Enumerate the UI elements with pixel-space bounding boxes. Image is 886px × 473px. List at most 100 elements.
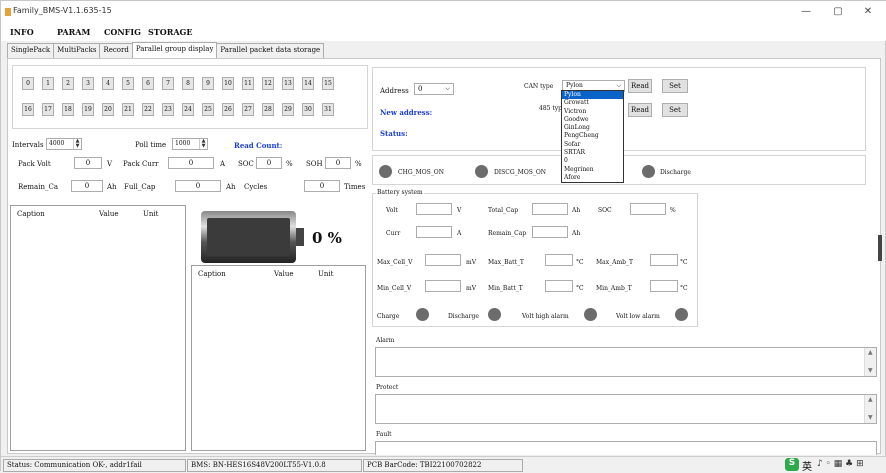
soc-field[interactable]: 0: [256, 157, 282, 169]
grid-header-unit[interactable]: Unit: [143, 210, 158, 218]
pack-data-grid[interactable]: Caption Value Unit: [10, 205, 186, 451]
pack-button-24[interactable]: 24: [182, 103, 194, 116]
pack-button-13[interactable]: 13: [282, 77, 294, 90]
full-cap-field[interactable]: 0: [175, 180, 221, 192]
pack-button-22[interactable]: 22: [142, 103, 154, 116]
can-type-option[interactable]: PengCheng: [562, 132, 623, 140]
sys-soc-field[interactable]: [630, 203, 666, 215]
can-type-dropdown[interactable]: Pylon Growatt Victron Goodwe GinLong PengChen…: [561, 90, 624, 183]
battery-percent: 0 %: [312, 229, 342, 247]
scrollbar[interactable]: ▲ ▼: [864, 395, 876, 423]
can-type-option[interactable]: Victron: [562, 108, 623, 116]
pack-button-2[interactable]: 2: [62, 77, 74, 90]
pack-button-4[interactable]: 4: [102, 77, 114, 90]
grid-header-value[interactable]: Value: [99, 210, 118, 218]
pack-button-21[interactable]: 21: [122, 103, 134, 116]
read-can-button[interactable]: Read: [628, 79, 652, 93]
max-cell-field[interactable]: [425, 254, 461, 266]
pack-button-6[interactable]: 6: [142, 77, 154, 90]
min-amb-t-field[interactable]: [650, 280, 678, 292]
tab-parallel-packet-data-storage[interactable]: Parallel packet data storage: [216, 43, 325, 58]
pack-button-10[interactable]: 10: [222, 77, 234, 90]
menu-param[interactable]: PARAM: [57, 27, 90, 37]
pack-button-26[interactable]: 26: [222, 103, 234, 116]
grid-header-caption[interactable]: Caption: [198, 270, 226, 278]
grid-header-caption[interactable]: Caption: [17, 210, 45, 218]
pack-button-30[interactable]: 30: [302, 103, 314, 116]
can-type-option[interactable]: Afore: [562, 174, 623, 182]
menu-storage[interactable]: STORAGE: [148, 27, 192, 37]
tray-icons[interactable]: ♪ ◦ ▦ ♣ ⊞: [817, 459, 864, 469]
curr-field[interactable]: [416, 226, 452, 238]
max-amb-t-field[interactable]: [650, 254, 678, 266]
grid-header-value[interactable]: Value: [274, 270, 293, 278]
can-type-option[interactable]: Megrinen: [562, 166, 623, 174]
set-485-button[interactable]: Set: [662, 103, 688, 117]
read-485-button[interactable]: Read: [628, 103, 652, 117]
ime-icon[interactable]: S: [785, 458, 799, 471]
menu-info[interactable]: INFO: [10, 27, 34, 37]
remain-cap-sys-field[interactable]: [532, 226, 568, 238]
soh-field[interactable]: 0: [325, 157, 351, 169]
remain-cap-field[interactable]: 0: [71, 180, 103, 192]
pack-button-28[interactable]: 28: [262, 103, 274, 116]
pack-button-1[interactable]: 1: [42, 77, 54, 90]
spin-arrows-icon[interactable]: ▲ ▼: [73, 139, 81, 149]
pack-button-19[interactable]: 19: [82, 103, 94, 116]
scrollbar[interactable]: ▲ ▼: [864, 348, 876, 376]
pack-button-15[interactable]: 15: [322, 77, 334, 90]
can-type-option[interactable]: Pylon: [562, 91, 623, 100]
pack-volt-field[interactable]: 0: [74, 157, 102, 169]
cycles-field[interactable]: 0: [304, 180, 340, 192]
tab-record[interactable]: Record: [99, 43, 133, 58]
pack-button-8[interactable]: 8: [182, 77, 194, 90]
can-type-option[interactable]: Growatt: [562, 99, 623, 107]
intervals-spinner[interactable]: 4000 ▲ ▼: [46, 138, 82, 150]
alarm-textarea[interactable]: ▲ ▼: [375, 347, 877, 377]
pack-curr-field[interactable]: 0: [168, 157, 214, 169]
pack-button-9[interactable]: 9: [202, 77, 214, 90]
pack-button-25[interactable]: 25: [202, 103, 214, 116]
pack-button-29[interactable]: 29: [282, 103, 294, 116]
pack-button-7[interactable]: 7: [162, 77, 174, 90]
spin-arrows-icon[interactable]: ▲ ▼: [199, 139, 207, 149]
pack-button-0[interactable]: 0: [22, 77, 34, 90]
vertical-scrollbar-thumb[interactable]: [878, 235, 882, 261]
pack-button-20[interactable]: 20: [102, 103, 114, 116]
pack-button-23[interactable]: 23: [162, 103, 174, 116]
tab-multipacks[interactable]: MultiPacks: [53, 43, 101, 58]
close-button[interactable]: ✕: [853, 4, 883, 20]
total-cap-field[interactable]: [532, 203, 568, 215]
can-type-option[interactable]: GinLong: [562, 124, 623, 132]
pack-button-12[interactable]: 12: [262, 77, 274, 90]
menu-config[interactable]: CONFIG: [104, 27, 141, 37]
tab-singlepack[interactable]: SinglePack: [7, 43, 55, 58]
volt-field[interactable]: [416, 203, 452, 215]
can-type-option[interactable]: SRTAR: [562, 149, 623, 157]
fault-textarea[interactable]: [375, 441, 877, 455]
protect-textarea[interactable]: ▲ ▼: [375, 394, 877, 424]
min-batt-t-field[interactable]: [545, 280, 573, 292]
minimize-button[interactable]: —: [791, 4, 821, 20]
pack-button-16[interactable]: 16: [22, 103, 34, 116]
maximize-button[interactable]: ▢: [823, 4, 853, 20]
pack-button-14[interactable]: 14: [302, 77, 314, 90]
can-type-option[interactable]: Goodwe: [562, 116, 623, 124]
max-batt-t-field[interactable]: [545, 254, 573, 266]
pack-button-5[interactable]: 5: [122, 77, 134, 90]
can-type-option[interactable]: Sofar: [562, 141, 623, 149]
pack-button-17[interactable]: 17: [42, 103, 54, 116]
pack-button-18[interactable]: 18: [62, 103, 74, 116]
grid-header-unit[interactable]: Unit: [318, 270, 333, 278]
poll-time-spinner[interactable]: 1000 ▲ ▼: [172, 138, 208, 150]
pack-button-31[interactable]: 31: [322, 103, 334, 116]
min-cell-field[interactable]: [425, 280, 461, 292]
pack-button-27[interactable]: 27: [242, 103, 254, 116]
can-type-option[interactable]: 0: [562, 157, 623, 165]
tab-parallel-group-display[interactable]: Parallel group display: [131, 42, 218, 58]
address-select[interactable]: 0 ⌵: [414, 83, 454, 95]
set-can-button[interactable]: Set: [662, 79, 688, 93]
group-data-grid[interactable]: Caption Value Unit: [191, 265, 366, 451]
pack-button-3[interactable]: 3: [82, 77, 94, 90]
pack-button-11[interactable]: 11: [242, 77, 254, 90]
